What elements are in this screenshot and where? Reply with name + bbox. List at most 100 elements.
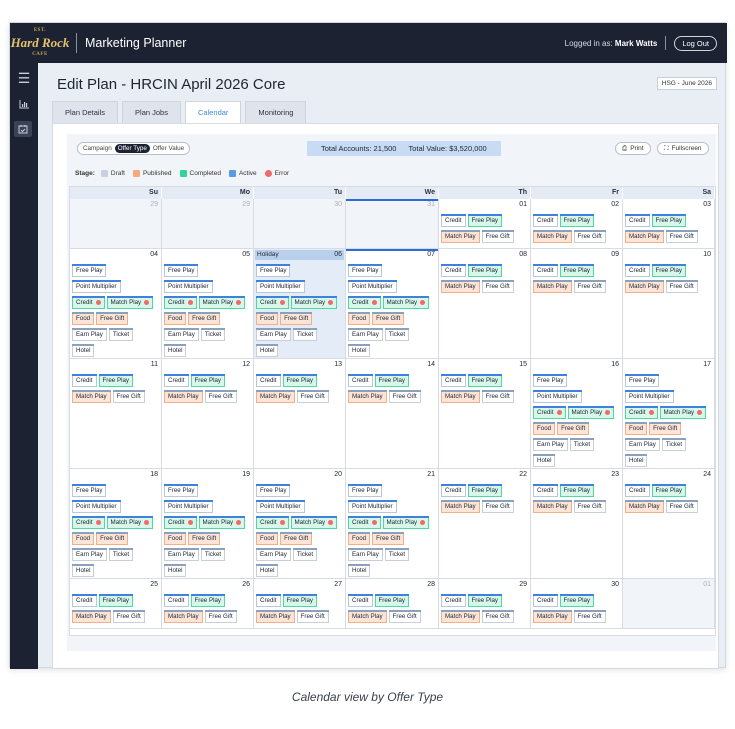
- calendar-day-cell[interactable]: 16 Free Play Point Multiplier Credit Match P…: [531, 359, 623, 469]
- offer-chip-match-play[interactable]: Match Play: [441, 390, 480, 403]
- offer-chip-credit[interactable]: Credit: [164, 374, 189, 387]
- offer-chip-match-play[interactable]: Match Play: [441, 500, 480, 513]
- offer-chip-free-gift[interactable]: Free Gift: [481, 500, 514, 513]
- calendar-day-cell[interactable]: 11 Credit Free Play Match Play Free Gift: [70, 359, 162, 469]
- offer-chip-food[interactable]: Food: [348, 312, 371, 325]
- offer-chip-free-gift[interactable]: Free Gift: [372, 312, 405, 325]
- tab-monitoring[interactable]: Monitoring: [245, 101, 307, 123]
- calendar-day-cell[interactable]: 30 Credit Free Play Match Play Free Gift: [531, 579, 623, 629]
- offer-chip-free-gift[interactable]: Free Gift: [204, 610, 237, 623]
- calendar-day-cell[interactable]: 19 Free Play Point Multiplier Credit Match P…: [162, 469, 254, 579]
- offer-chip-earn-play[interactable]: Earn Play: [625, 438, 660, 451]
- offer-chip-free-gift[interactable]: Free Gift: [112, 610, 145, 623]
- offer-chip-point-multiplier[interactable]: Point Multiplier: [533, 390, 582, 403]
- offer-chip-credit[interactable]: Credit: [256, 296, 289, 309]
- offer-chip-earn-play[interactable]: Earn Play: [348, 548, 383, 561]
- offer-chip-match-play[interactable]: Match Play: [348, 390, 387, 403]
- calendar-day-cell[interactable]: 01 Credit Free Play Match Play Free Gift: [439, 199, 531, 249]
- offer-chip-point-multiplier[interactable]: Point Multiplier: [348, 280, 397, 293]
- segment-campaign[interactable]: Campaign: [80, 144, 115, 153]
- offer-chip-credit[interactable]: Credit: [348, 516, 381, 529]
- offer-chip-food[interactable]: Food: [625, 422, 648, 435]
- offer-chip-match-play[interactable]: Match Play: [255, 390, 295, 403]
- offer-chip-match-play[interactable]: Match Play: [625, 230, 664, 243]
- offer-chip-free-play[interactable]: Free Play: [651, 484, 687, 497]
- brand-logo[interactable]: EST. Hard Rock CAFE: [10, 23, 70, 63]
- offer-chip-match-play[interactable]: Match Play: [533, 280, 572, 293]
- offer-chip-credit[interactable]: Credit: [533, 214, 558, 227]
- offer-chip-free-play[interactable]: Free Play: [164, 484, 199, 497]
- calendar-day-cell[interactable]: 26 Credit Free Play Match Play Free Gift: [162, 579, 254, 629]
- offer-chip-match-play[interactable]: Match Play: [567, 406, 615, 419]
- offer-chip-free-play[interactable]: Free Play: [255, 484, 291, 497]
- offer-chip-match-play[interactable]: Match Play: [164, 610, 203, 623]
- offer-chip-hotel[interactable]: Hotel: [72, 344, 95, 357]
- offer-chip-free-gift[interactable]: Free Gift: [112, 390, 145, 403]
- offer-chip-match-play[interactable]: Match Play: [625, 280, 664, 293]
- offer-chip-credit[interactable]: Credit: [441, 264, 466, 277]
- offer-chip-free-gift[interactable]: Free Gift: [280, 532, 313, 545]
- offer-chip-hotel[interactable]: Hotel: [164, 344, 187, 357]
- offer-chip-credit[interactable]: Credit: [72, 594, 97, 607]
- offer-chip-ticket[interactable]: Ticket: [292, 548, 318, 561]
- offer-chip-earn-play[interactable]: Earn Play: [533, 438, 568, 451]
- offer-chip-ticket[interactable]: Ticket: [292, 328, 318, 341]
- calendar-day-cell[interactable]: 01: [623, 579, 715, 629]
- offer-chip-free-play[interactable]: Free Play: [98, 594, 134, 607]
- offer-chip-free-play[interactable]: Free Play: [348, 484, 383, 497]
- calendar-day-cell[interactable]: 14 Credit Free Play Match Play Free Gift: [346, 359, 439, 469]
- offer-chip-match-play[interactable]: Match Play: [72, 390, 111, 403]
- offer-chip-ticket[interactable]: Ticket: [200, 328, 226, 341]
- offer-chip-point-multiplier[interactable]: Point Multiplier: [164, 500, 213, 513]
- offer-chip-earn-play[interactable]: Earn Play: [164, 328, 199, 341]
- offer-chip-credit[interactable]: Credit: [533, 264, 558, 277]
- calendar-day-cell[interactable]: 30: [254, 199, 346, 249]
- offer-chip-free-play[interactable]: Free Play: [559, 484, 595, 497]
- offer-chip-match-play[interactable]: Match Play: [290, 296, 338, 309]
- calendar-day-cell[interactable]: 02 Credit Free Play Match Play Free Gift: [531, 199, 623, 249]
- offer-chip-free-gift[interactable]: Free Gift: [573, 230, 606, 243]
- offer-chip-free-play[interactable]: Free Play: [374, 594, 410, 607]
- offer-chip-match-play[interactable]: Match Play: [164, 390, 203, 403]
- offer-chip-free-gift[interactable]: Free Gift: [388, 610, 421, 623]
- offer-chip-credit[interactable]: Credit: [625, 484, 650, 497]
- calendar-day-cell[interactable]: 09 Credit Free Play Match Play Free Gift: [531, 249, 623, 359]
- offer-chip-credit[interactable]: Credit: [256, 516, 289, 529]
- offer-chip-match-play[interactable]: Match Play: [72, 610, 111, 623]
- offer-chip-ticket[interactable]: Ticket: [569, 438, 595, 451]
- tab-plan-details[interactable]: Plan Details: [52, 101, 119, 123]
- offer-chip-free-play[interactable]: Free Play: [559, 214, 595, 227]
- offer-chip-match-play[interactable]: Match Play: [198, 516, 246, 529]
- offer-chip-free-gift[interactable]: Free Gift: [96, 312, 129, 325]
- offer-chip-ticket[interactable]: Ticket: [661, 438, 687, 451]
- offer-chip-free-play[interactable]: Free Play: [255, 264, 291, 277]
- offer-chip-hotel[interactable]: Hotel: [348, 564, 371, 577]
- offer-chip-credit[interactable]: Credit: [72, 296, 105, 309]
- offer-chip-ticket[interactable]: Ticket: [200, 548, 226, 561]
- offer-chip-free-gift[interactable]: Free Gift: [481, 280, 514, 293]
- offer-chip-match-play[interactable]: Match Play: [382, 516, 430, 529]
- offer-chip-food[interactable]: Food: [533, 422, 556, 435]
- logout-button[interactable]: Log Out: [674, 35, 717, 51]
- offer-chip-free-gift[interactable]: Free Gift: [372, 532, 405, 545]
- offer-chip-credit[interactable]: Credit: [72, 516, 105, 529]
- offer-chip-earn-play[interactable]: Earn Play: [256, 548, 291, 561]
- offer-chip-hotel[interactable]: Hotel: [255, 564, 279, 577]
- offer-chip-match-play[interactable]: Match Play: [290, 516, 338, 529]
- menu-icon[interactable]: ☰: [10, 63, 38, 93]
- offer-chip-match-play[interactable]: Match Play: [659, 406, 707, 419]
- offer-chip-hotel[interactable]: Hotel: [625, 454, 648, 467]
- offer-chip-point-multiplier[interactable]: Point Multiplier: [348, 500, 397, 513]
- offer-chip-point-multiplier[interactable]: Point Multiplier: [72, 500, 121, 513]
- calendar-day-cell[interactable]: Holiday 06 Free Play Point Multiplier Credit…: [254, 249, 346, 359]
- offer-chip-earn-play[interactable]: Earn Play: [164, 548, 199, 561]
- offer-chip-free-play[interactable]: Free Play: [559, 264, 595, 277]
- offer-chip-free-play[interactable]: Free Play: [282, 374, 318, 387]
- offer-chip-match-play[interactable]: Match Play: [533, 230, 572, 243]
- offer-chip-free-gift[interactable]: Free Gift: [557, 422, 590, 435]
- offer-chip-point-multiplier[interactable]: Point Multiplier: [164, 280, 213, 293]
- offer-chip-match-play[interactable]: Match Play: [255, 610, 295, 623]
- offer-chip-credit[interactable]: Credit: [625, 264, 650, 277]
- offer-chip-free-gift[interactable]: Free Gift: [665, 230, 698, 243]
- offer-chip-credit[interactable]: Credit: [625, 214, 650, 227]
